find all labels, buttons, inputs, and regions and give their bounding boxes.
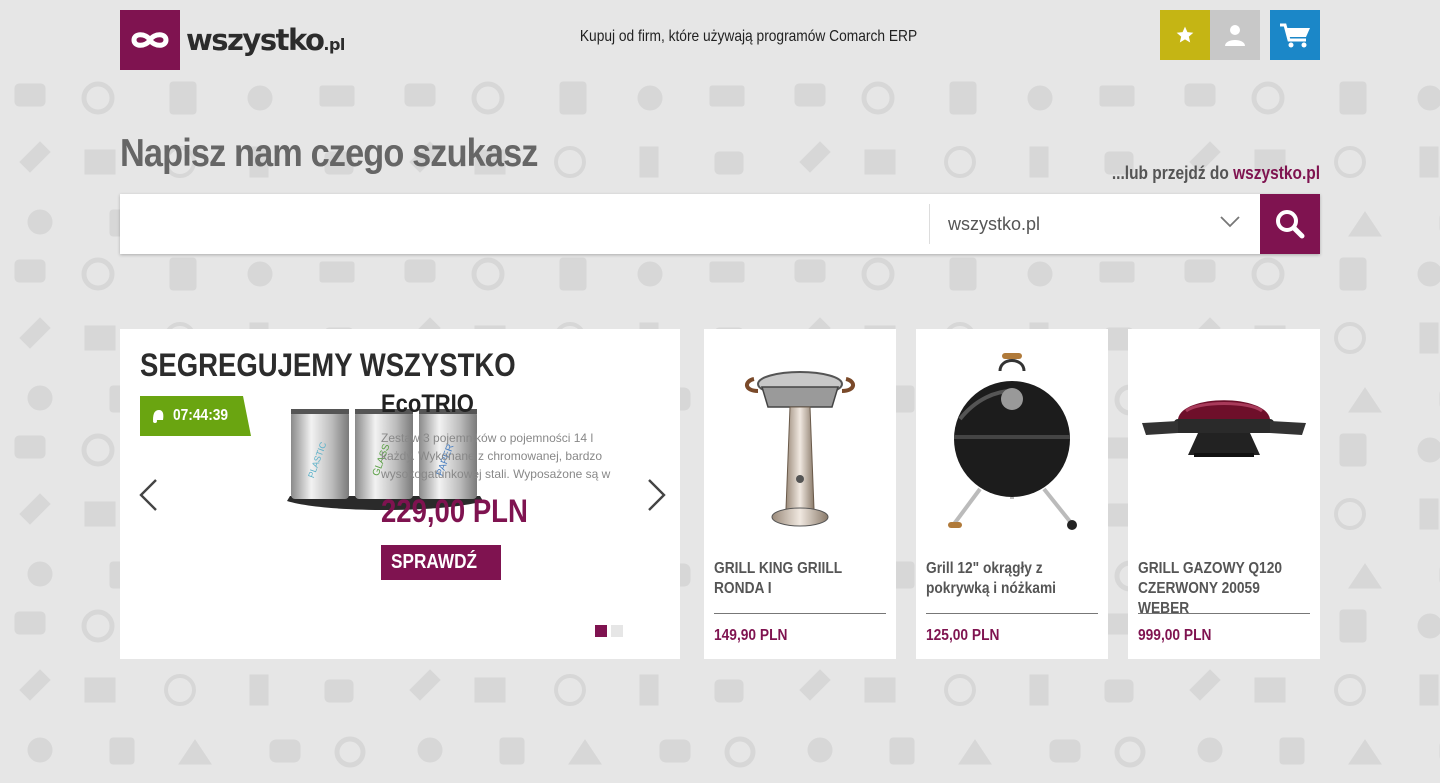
card-divider — [714, 613, 886, 614]
product-price: 999,00 PLN — [1138, 627, 1212, 644]
cart-icon — [1280, 23, 1310, 48]
slide-indicators — [595, 625, 623, 637]
product-image-charcoal-grill-pedestal — [745, 371, 855, 527]
favorites-button[interactable] — [1160, 10, 1210, 60]
store-select-value: wszystko.pl — [948, 213, 1041, 234]
promo-price: 229,00 PLN — [381, 493, 528, 529]
chevron-down-icon — [1220, 216, 1240, 228]
bell-icon — [153, 410, 164, 423]
card-divider — [1138, 613, 1310, 614]
product-card[interactable]: GRILL KING GRIILL RONDA I 149,90 PLN — [704, 329, 896, 659]
product-name-text: Grill 12" okrągły z pokrywką i nóżkami — [926, 560, 1057, 597]
user-icon — [1225, 25, 1245, 46]
store-select[interactable]: wszystko.pl — [930, 194, 1260, 254]
card-divider — [926, 613, 1098, 614]
site-logo[interactable]: wszystko.pl — [120, 10, 345, 70]
next-slide-arrow[interactable] — [645, 477, 669, 513]
product-name-text: GRILL KING GRIILL RONDA I — [714, 560, 842, 597]
store-link[interactable]: wszystko.pl — [1233, 163, 1320, 183]
product-price: 149,90 PLN — [714, 627, 788, 644]
logo-wordmark: wszystko.pl — [186, 23, 345, 57]
product-name: Grill 12" okrągły z pokrywką i nóżkami — [926, 559, 1098, 599]
star-icon — [1176, 26, 1194, 43]
product-price: 125,00 PLN — [926, 627, 1000, 644]
product-name: GRILL KING GRIILL RONDA I — [714, 559, 886, 599]
store-link-prefix: ...lub przejdź do — [1111, 163, 1234, 183]
check-button[interactable]: SPRAWDŹ — [381, 545, 501, 580]
promo-box: SEGREGUJEMY WSZYSTKO PLASTIC GLASS PAPER… — [120, 329, 680, 659]
cart-button[interactable] — [1270, 10, 1320, 60]
product-name-text: GRILL GAZOWY Q120 CZERWONY 20059 WEBER — [1138, 560, 1282, 617]
timer-value: 07:44:39 — [173, 407, 229, 424]
promo-heading: SEGREGUJEMY WSZYSTKO — [140, 347, 516, 383]
previous-slide-arrow[interactable] — [136, 477, 160, 513]
check-button-label: SPRAWDŹ — [391, 551, 477, 573]
search-icon — [1276, 210, 1305, 239]
account-button[interactable] — [1210, 10, 1260, 60]
logo-name: wszystko — [186, 23, 325, 57]
header-tagline: Kupuj od firm, które używają programów C… — [579, 28, 918, 45]
promo-product-description: Zestaw 3 pojemników o pojemności 14 l ka… — [381, 431, 611, 481]
product-card[interactable]: GRILL GAZOWY Q120 CZERWONY 20059 WEBER 9… — [1128, 329, 1320, 659]
search-input[interactable] — [120, 194, 928, 254]
product-image-gas-grill — [1142, 400, 1306, 457]
product-name: GRILL GAZOWY Q120 CZERWONY 20059 WEBER — [1138, 559, 1310, 619]
promo-timer: 07:44:39 — [140, 396, 251, 436]
infinity-icon — [120, 10, 180, 70]
logo-tld: .pl — [323, 35, 345, 54]
store-link-text: ...lub przejdź do wszystko.pl — [1112, 163, 1320, 184]
product-card[interactable]: Grill 12" okrągły z pokrywką i nóżkami 1… — [916, 329, 1108, 659]
search-bar: wszystko.pl — [120, 194, 1320, 254]
promo-product-name: EcoTRIO — [381, 390, 474, 418]
product-image-kettle-grill — [948, 353, 1077, 530]
slide-dot-1[interactable] — [595, 625, 607, 637]
slide-dot-2[interactable] — [611, 625, 623, 637]
search-button[interactable] — [1260, 194, 1320, 254]
search-heading: Napisz nam czego szukasz — [120, 132, 538, 175]
